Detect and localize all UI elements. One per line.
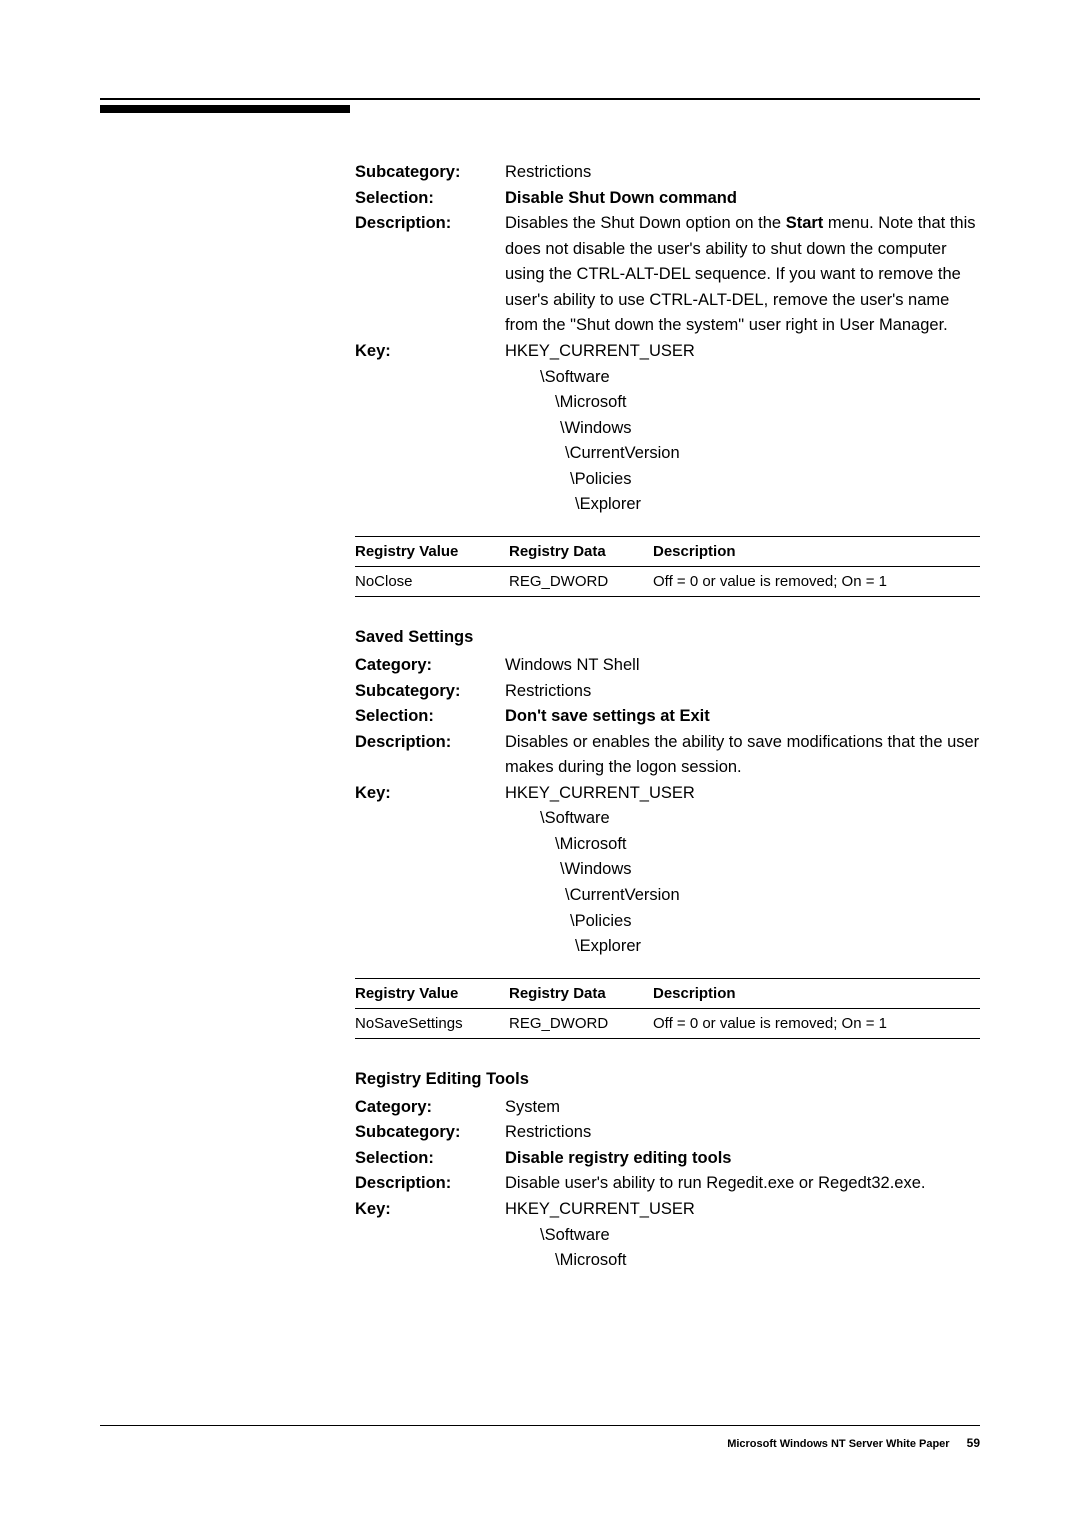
registry-table-2: Registry Value Registry Data Description… [355,978,980,1040]
td-description: Off = 0 or value is removed; On = 1 [653,567,980,597]
section-shutdown: Subcategory: Restrictions Selection: Dis… [355,160,980,518]
value-selection: Don't save settings at Exit [505,704,980,730]
label-category: Category: [355,653,505,679]
key-path-segment: \Software [505,806,980,832]
th-registry-value: Registry Value [355,536,509,566]
label-selection: Selection: [355,704,505,730]
label-key: Key: [355,339,505,365]
td-description: Off = 0 or value is removed; On = 1 [653,1008,980,1038]
value-subcategory: Restrictions [505,1120,980,1146]
registry-table-1: Registry Value Registry Data Description… [355,536,980,598]
key-path-segment: \Policies [505,467,980,493]
key-path-segment: \CurrentVersion [505,883,980,909]
td-registry-value: NoSaveSettings [355,1008,509,1038]
value-description: Disables the Shut Down option on the Sta… [505,211,980,339]
table-row: NoSaveSettings REG_DWORD Off = 0 or valu… [355,1008,980,1038]
table-row: NoClose REG_DWORD Off = 0 or value is re… [355,567,980,597]
th-registry-data: Registry Data [509,536,653,566]
footer-text: Microsoft Windows NT Server White Paper [727,1438,949,1450]
key-path-segment: \Microsoft [505,832,980,858]
label-key: Key: [355,1197,505,1223]
label-subcategory: Subcategory: [355,679,505,705]
key-path: \Software \Microsoft [355,1223,980,1274]
label-key: Key: [355,781,505,807]
value-subcategory: Restrictions [505,160,980,186]
label-description: Description: [355,730,505,756]
key-path-segment: \CurrentVersion [505,441,980,467]
label-selection: Selection: [355,1146,505,1172]
key-path-segment: \Windows [505,416,980,442]
table-header-row: Registry Value Registry Data Description [355,536,980,566]
th-description: Description [653,978,980,1008]
label-selection: Selection: [355,186,505,212]
key-path: \Software \Microsoft \Windows \CurrentVe… [355,806,980,959]
value-description: Disables or enables the ability to save … [505,730,980,781]
section-title-registry-editing: Registry Editing Tools [355,1067,980,1093]
value-category: Windows NT Shell [505,653,980,679]
table-header-row: Registry Value Registry Data Description [355,978,980,1008]
key-path-segment: \Policies [505,909,980,935]
value-subcategory: Restrictions [505,679,980,705]
page-number: 59 [967,1436,980,1450]
th-description: Description [653,536,980,566]
key-path-segment: \Microsoft [505,390,980,416]
label-subcategory: Subcategory: [355,1120,505,1146]
label-description: Description: [355,211,505,237]
label-subcategory: Subcategory: [355,160,505,186]
value-keyroot: HKEY_CURRENT_USER [505,339,980,365]
key-path-segment: \Software [505,365,980,391]
value-keyroot: HKEY_CURRENT_USER [505,1197,980,1223]
td-registry-value: NoClose [355,567,509,597]
key-path-segment: \Explorer [505,492,980,518]
th-registry-data: Registry Data [509,978,653,1008]
value-description: Disable user's ability to run Regedit.ex… [505,1171,980,1197]
key-path-segment: \Microsoft [505,1248,980,1274]
value-selection: Disable registry editing tools [505,1146,980,1172]
page-footer: Microsoft Windows NT Server White Paper … [100,1425,980,1450]
page-content: Subcategory: Restrictions Selection: Dis… [355,160,980,1292]
key-path-segment: \Windows [505,857,980,883]
th-registry-value: Registry Value [355,978,509,1008]
value-selection: Disable Shut Down command [505,186,980,212]
label-description: Description: [355,1171,505,1197]
section-saved-settings: Category: Windows NT Shell Subcategory: … [355,653,980,960]
key-path-segment: \Software [505,1223,980,1249]
key-path-segment: \Explorer [505,934,980,960]
label-category: Category: [355,1095,505,1121]
value-category: System [505,1095,980,1121]
section-title-saved-settings: Saved Settings [355,625,980,651]
section-registry-editing: Category: System Subcategory: Restrictio… [355,1095,980,1274]
top-thin-rule [100,98,980,100]
td-registry-data: REG_DWORD [509,1008,653,1038]
top-thick-rule [100,105,350,113]
key-path: \Software \Microsoft \Windows \CurrentVe… [355,365,980,518]
value-keyroot: HKEY_CURRENT_USER [505,781,980,807]
td-registry-data: REG_DWORD [509,567,653,597]
